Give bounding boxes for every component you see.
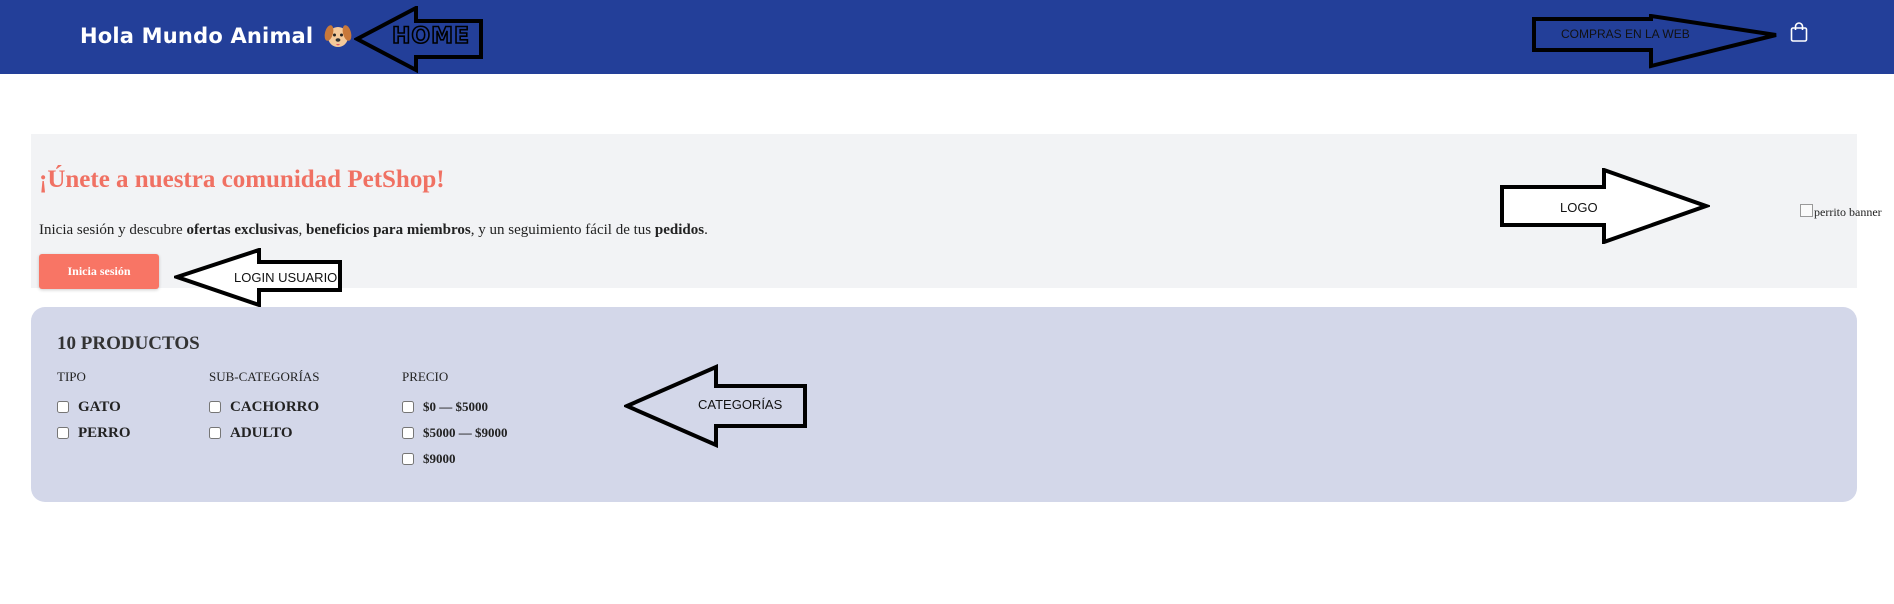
- checkbox-cachorro[interactable]: [209, 401, 221, 413]
- compras-annotation-label: COMPRAS EN LA WEB: [1561, 27, 1690, 41]
- filter-option-price-9000[interactable]: $9000: [402, 451, 508, 467]
- banner-title: ¡Únete a nuestra comunidad PetShop!: [39, 166, 445, 193]
- filter-option-gato[interactable]: GATO: [57, 399, 131, 415]
- checkbox-perro[interactable]: [57, 427, 69, 439]
- filter-group-tipo: TIPO GATO PERRO: [57, 369, 131, 451]
- login-annotation-label: LOGIN USUARIO: [234, 270, 338, 285]
- filter-group-subcategorias: SUB-CATEGORÍAS CACHORRO ADULTO: [209, 369, 320, 451]
- filter-option-cachorro[interactable]: CACHORRO: [209, 399, 320, 415]
- banner-image-alt: perrito banner: [1814, 205, 1882, 219]
- filter-group-precio: PRECIO $0 — $5000 $5000 — $9000 $9000: [402, 369, 508, 477]
- filter-heading-subcategorias: SUB-CATEGORÍAS: [209, 369, 320, 384]
- filter-option-perro[interactable]: PERRO: [57, 425, 131, 441]
- categorias-annotation-label: CATEGORÍAS: [698, 397, 783, 412]
- brand-name: Hola Mundo Animal: [80, 24, 314, 48]
- filter-option-price-5000-9000[interactable]: $5000 — $9000: [402, 425, 508, 441]
- compras-arrow-annotation: [1532, 14, 1777, 69]
- logo-arrow-annotation: [1500, 168, 1710, 244]
- filter-heading-precio: PRECIO: [402, 369, 449, 384]
- checkbox-adulto[interactable]: [209, 427, 221, 439]
- products-count: 10 PRODUCTOS: [57, 333, 200, 354]
- checkbox-gato[interactable]: [57, 401, 69, 413]
- checkbox-price-9000[interactable]: [402, 453, 414, 465]
- logo-annotation-label: LOGO: [1560, 200, 1598, 215]
- filter-heading-tipo: TIPO: [57, 369, 86, 384]
- shopping-bag-icon[interactable]: [1788, 21, 1810, 43]
- filter-option-price-0-5000[interactable]: $0 — $5000: [402, 399, 508, 415]
- checkbox-price-5000-9000[interactable]: [402, 427, 414, 439]
- checkbox-price-0-5000[interactable]: [402, 401, 414, 413]
- broken-image-icon: [1800, 204, 1813, 217]
- filter-option-adulto[interactable]: ADULTO: [209, 425, 320, 441]
- banner-image: perrito banner: [1800, 204, 1882, 220]
- brand-home-link[interactable]: Hola Mundo Animal: [80, 18, 353, 54]
- dog-icon: [324, 25, 352, 47]
- home-annotation-label: HOME: [391, 23, 471, 50]
- login-button[interactable]: Inicia sesión: [39, 254, 159, 289]
- banner-description: Inicia sesión y descubre ofertas exclusi…: [39, 222, 708, 238]
- product-filters-panel: 10 PRODUCTOS TIPO GATO PERRO SUB-CATEGOR…: [31, 307, 1857, 502]
